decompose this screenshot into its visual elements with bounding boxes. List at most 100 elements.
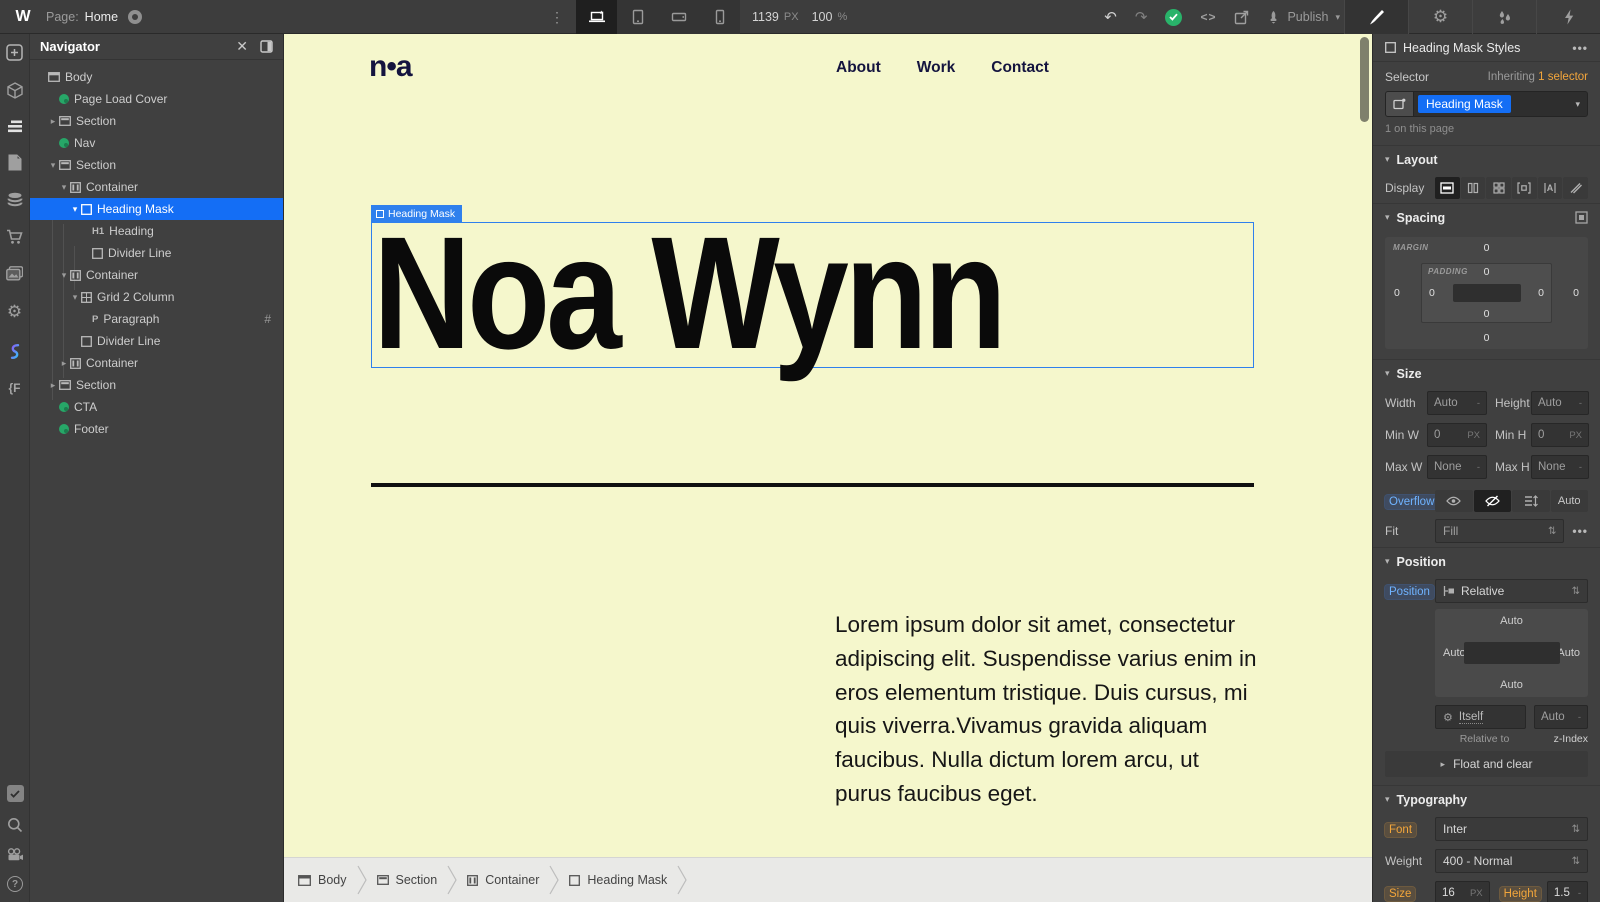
close-icon[interactable]: ✕ [236,38,248,55]
display-block-button[interactable] [1435,177,1460,199]
breakpoint-phone-portrait-button[interactable] [699,0,740,34]
relative-to-select[interactable]: ⚙ Itself [1435,705,1526,729]
section-size[interactable]: ▾ Size [1373,359,1600,387]
section-position[interactable]: ▾ Position [1373,547,1600,575]
font-select[interactable]: Inter ⇅ [1435,817,1588,841]
position-label[interactable]: Position [1385,585,1434,599]
tree-item-footer[interactable]: Footer [30,418,283,440]
tree-item-section-3[interactable]: ▸ Section [30,374,283,396]
margin-bottom-value[interactable]: 0 [1484,332,1490,344]
tree-item-heading-mask[interactable]: ▾ Heading Mask [30,198,283,220]
line-height-input[interactable]: 1.5 - [1547,881,1588,902]
padding-right-value[interactable]: 0 [1538,287,1544,299]
tree-item-grid-2-column[interactable]: ▾ Grid 2 Column [30,286,283,308]
nav-link-contact[interactable]: Contact [991,59,1049,77]
overflow-visible-button[interactable] [1435,490,1473,512]
margin-left-value[interactable]: 0 [1394,287,1400,299]
selected-element-outline[interactable]: Heading Mask Noa Wynn [371,222,1254,368]
help-icon[interactable]: ? [7,876,23,892]
tree-item-nav[interactable]: Nav [30,132,283,154]
navigator-icon[interactable] [7,120,23,133]
finsweet-extension-icon[interactable]: {F [9,381,21,395]
display-grid-button[interactable] [1486,177,1511,199]
audit-panel-icon[interactable] [7,785,24,802]
position-select[interactable]: Relative ⇅ [1435,579,1588,603]
tree-item-divider-line-2[interactable]: Divider Line [30,330,283,352]
canvas-scrollbar[interactable] [1360,37,1369,122]
breadcrumb-section[interactable]: Section [377,873,438,887]
class-pill[interactable]: Heading Mask [1418,95,1511,113]
style-manager-toggle[interactable] [1472,0,1536,34]
tree-item-heading[interactable]: H1 Heading [30,220,283,242]
tree-item-container-3[interactable]: ▸ Container [30,352,283,374]
position-center-handle[interactable] [1464,642,1560,664]
tree-item-body[interactable]: Body [30,66,283,88]
breakpoint-desktop-button[interactable] [576,0,617,34]
display-inline-block-button[interactable] [1512,177,1537,199]
nav-link-about[interactable]: About [836,59,881,77]
settings-panel-toggle[interactable]: ⚙ [1408,0,1472,34]
position-left-value[interactable]: Auto [1443,647,1466,659]
divider-line[interactable] [371,483,1254,487]
page-name[interactable]: Home [85,10,118,24]
line-height-label[interactable]: Height [1500,887,1541,901]
spacing-control[interactable]: MARGIN 0 0 0 0 PADDING 0 0 0 0 [1385,237,1588,349]
zoom-value[interactable]: 100 [812,10,833,24]
display-flex-button[interactable] [1461,177,1486,199]
redo-icon[interactable]: ↷ [1135,10,1148,25]
section-spacing[interactable]: ▾ Spacing [1373,203,1600,231]
breadcrumb-heading-mask[interactable]: Heading Mask [569,873,667,887]
hero-heading[interactable]: Noa Wynn [373,213,1003,373]
breakpoint-width-value[interactable]: 1139 [752,10,779,24]
breadcrumb-body[interactable]: Body [298,873,347,887]
inheriting-info[interactable]: Inheriting 1 selector [1488,71,1588,83]
tree-item-paragraph[interactable]: P Paragraph # [30,308,283,330]
margin-top-value[interactable]: 0 [1484,242,1490,254]
float-and-clear-toggle[interactable]: ▸ Float and clear [1385,751,1588,777]
fit-more-icon[interactable]: ••• [1572,524,1588,538]
fit-select[interactable]: Fill ⇅ [1435,519,1564,543]
overflow-hidden-button[interactable] [1474,490,1512,512]
code-export-icon[interactable]: <> [1200,10,1216,24]
position-offsets-control[interactable]: Auto Auto Auto Auto [1435,609,1588,697]
breakpoint-tablet-button[interactable] [617,0,658,34]
pages-icon[interactable] [8,154,22,171]
video-tutorials-icon[interactable] [7,848,24,861]
publish-button[interactable]: Publish ▾ [1267,10,1340,24]
position-top-value[interactable]: Auto [1500,615,1523,627]
padding-bottom-value[interactable]: 0 [1484,308,1490,320]
cms-icon[interactable] [7,192,23,208]
font-size-label[interactable]: Size [1385,887,1415,901]
canvas-menu-icon[interactable]: ⋮ [550,0,564,34]
tree-item-section[interactable]: ▸ Section [30,110,283,132]
height-input[interactable]: Auto- [1531,391,1589,415]
interactions-panel-toggle[interactable] [1536,0,1600,34]
min-height-input[interactable]: 0PX [1531,423,1589,447]
display-inline-button[interactable]: A [1538,177,1563,199]
padding-control[interactable]: PADDING 0 0 0 0 [1421,263,1552,323]
font-label[interactable]: Font [1385,823,1416,837]
overflow-scroll-button[interactable] [1512,490,1550,512]
spacing-center-handle[interactable] [1453,284,1521,302]
ecommerce-icon[interactable] [6,229,23,245]
overflow-label[interactable]: Overflow [1385,495,1438,509]
share-icon[interactable] [1234,10,1249,25]
tree-item-container[interactable]: ▾ Container [30,176,283,198]
preview-icon[interactable] [128,10,142,24]
selector-input[interactable]: Heading Mask ▾ [1385,91,1588,117]
design-canvas[interactable]: n•a About Work Contact Heading Mask Noa … [284,34,1372,902]
search-icon[interactable] [7,817,23,833]
tree-item-section-2[interactable]: ▾ Section [30,154,283,176]
z-index-input[interactable]: Auto - [1534,705,1588,729]
logic-icon[interactable] [7,343,22,360]
max-height-input[interactable]: None- [1531,455,1589,479]
section-layout[interactable]: ▾ Layout [1373,145,1600,173]
undo-icon[interactable]: ↶ [1104,10,1117,25]
panel-menu-icon[interactable]: ••• [1572,41,1588,55]
tree-item-page-load-cover[interactable]: Page Load Cover [30,88,283,110]
position-right-value[interactable]: Auto [1557,647,1580,659]
padding-left-value[interactable]: 0 [1429,287,1435,299]
style-panel-toggle[interactable] [1344,0,1408,34]
display-none-button[interactable] [1563,177,1588,199]
max-width-input[interactable]: None- [1427,455,1487,479]
